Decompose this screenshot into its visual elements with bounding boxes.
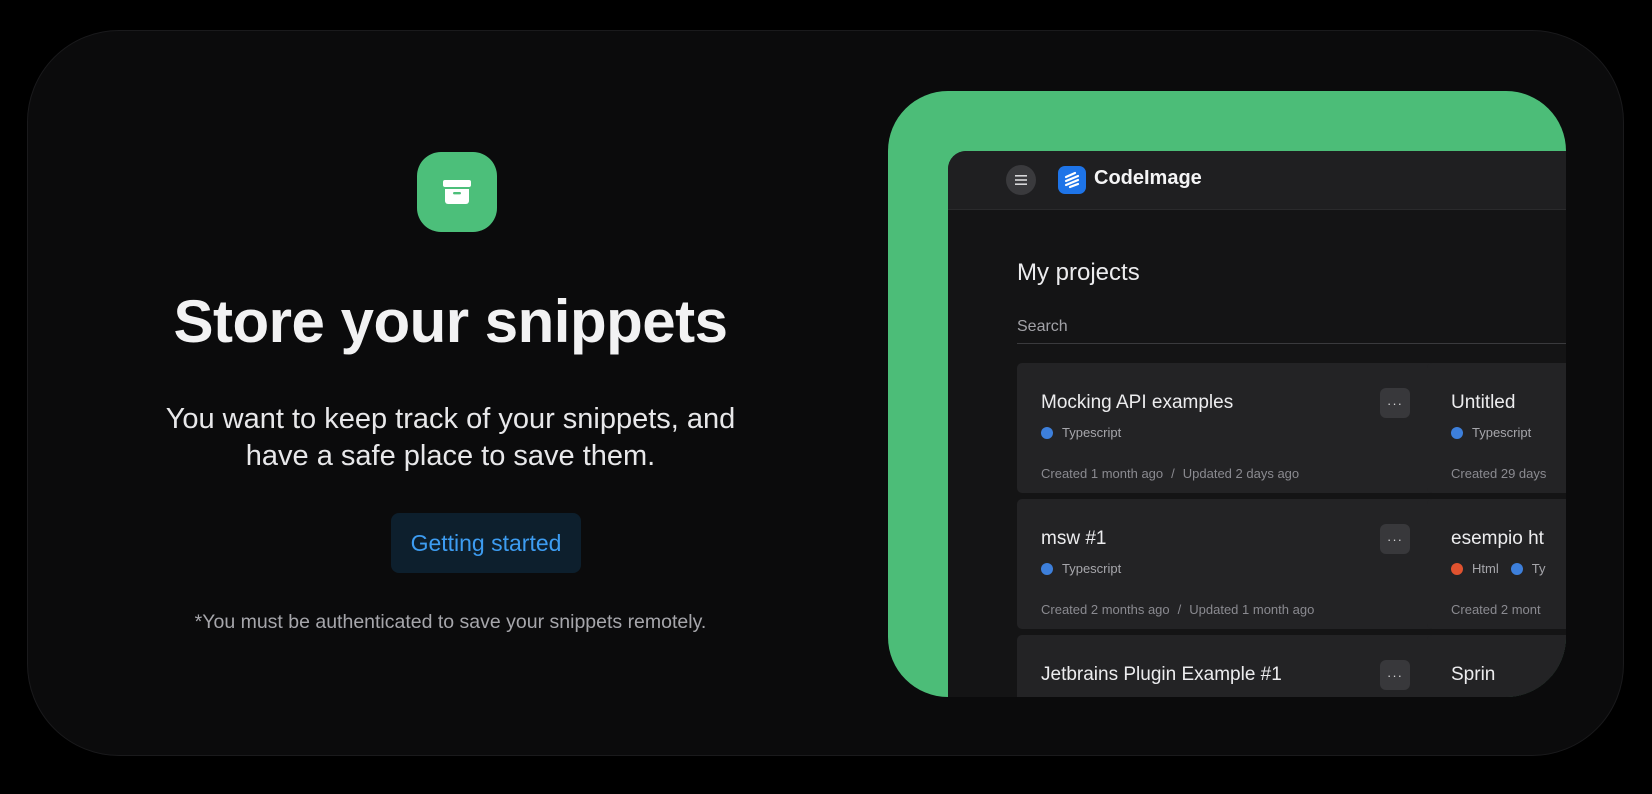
hero-title: Store your snippets <box>173 288 728 355</box>
hero-subtitle-line-2: have a safe place to save them. <box>245 440 656 472</box>
project-card[interactable]: Mocking API examples ··· Typescript Crea… <box>1017 363 1435 493</box>
project-languages: Typescript <box>1041 561 1133 576</box>
project-dates: Created 1 month ago / Updated 2 days ago <box>1041 466 1300 481</box>
project-card[interactable]: msw #1 ··· Typescript Created 2 months a… <box>1017 499 1435 629</box>
getting-started-button[interactable]: Getting started <box>391 513 581 573</box>
project-name: Untitled <box>1451 392 1516 413</box>
language-label: Ty <box>1531 561 1546 576</box>
more-options-button[interactable]: ··· <box>1380 524 1410 554</box>
hero-subtitle: You want to keep track of your snippets,… <box>88 401 813 475</box>
brand-name: CodeImage <box>1094 167 1202 189</box>
more-options-button[interactable]: ··· <box>1380 660 1410 690</box>
feature-card: Store your snippets You want to keep tra… <box>27 30 1624 756</box>
language-dot <box>1510 562 1523 575</box>
auth-note: *You must be authenticated to save your … <box>194 611 707 633</box>
app-window: CodeImage My projects Mocking API exampl… <box>948 151 1566 697</box>
project-name: Mocking API examples <box>1041 392 1234 413</box>
project-name: esempio ht <box>1451 528 1544 549</box>
created-date: Created 2 months ago <box>1041 602 1170 617</box>
language-label: Typescript <box>1062 561 1122 576</box>
project-dates: Created 29 days <box>1451 466 1546 481</box>
project-name: Jetbrains Plugin Example #1 <box>1041 664 1282 685</box>
project-card[interactable]: Sprin <box>1427 635 1566 697</box>
app-topbar: CodeImage <box>948 151 1566 210</box>
language-label: Typescript <box>1472 425 1532 440</box>
project-dates: Created 2 months ago / Updated 1 month ago <box>1041 602 1315 617</box>
menu-button[interactable] <box>1006 165 1036 195</box>
created-date: Created 29 days <box>1451 466 1547 481</box>
project-languages: Typescript <box>1041 425 1133 440</box>
project-languages: Typescript <box>1451 425 1543 440</box>
language-dot <box>1451 562 1463 575</box>
project-card[interactable]: Jetbrains Plugin Example #1 ··· <box>1017 635 1435 697</box>
page-title: My projects <box>1017 259 1140 286</box>
archive-box-icon <box>443 180 471 204</box>
updated-date: Updated 2 days ago <box>1182 466 1300 481</box>
search-input[interactable] <box>1017 311 1566 344</box>
project-languages: Html Ty <box>1451 561 1557 576</box>
language-dot <box>1451 426 1463 439</box>
project-name: msw #1 <box>1041 528 1107 549</box>
app-preview: CodeImage My projects Mocking API exampl… <box>888 91 1566 697</box>
codeimage-logo[interactable] <box>1058 166 1086 194</box>
project-name: Sprin <box>1451 664 1496 685</box>
project-card[interactable]: esempio ht Html Ty Created 2 mont <box>1427 499 1566 629</box>
hero-subtitle-line-1: You want to keep track of your snippets,… <box>165 403 736 435</box>
created-date: Created 2 mont <box>1451 602 1541 617</box>
language-label: Html <box>1472 561 1499 576</box>
more-options-button[interactable]: ··· <box>1380 388 1410 418</box>
project-card[interactable]: Untitled Typescript Created 29 days <box>1427 363 1566 493</box>
hero-section: Store your snippets You want to keep tra… <box>88 31 813 755</box>
updated-date: Updated 1 month ago <box>1189 602 1315 617</box>
archive-badge <box>417 152 497 232</box>
language-dot <box>1041 562 1053 575</box>
language-dot <box>1041 426 1053 439</box>
hamburger-icon <box>1015 175 1027 185</box>
language-label: Typescript <box>1062 425 1122 440</box>
created-date: Created 1 month ago <box>1041 466 1164 481</box>
codeimage-logo-icon <box>1064 171 1080 189</box>
project-dates: Created 2 mont <box>1451 602 1541 617</box>
